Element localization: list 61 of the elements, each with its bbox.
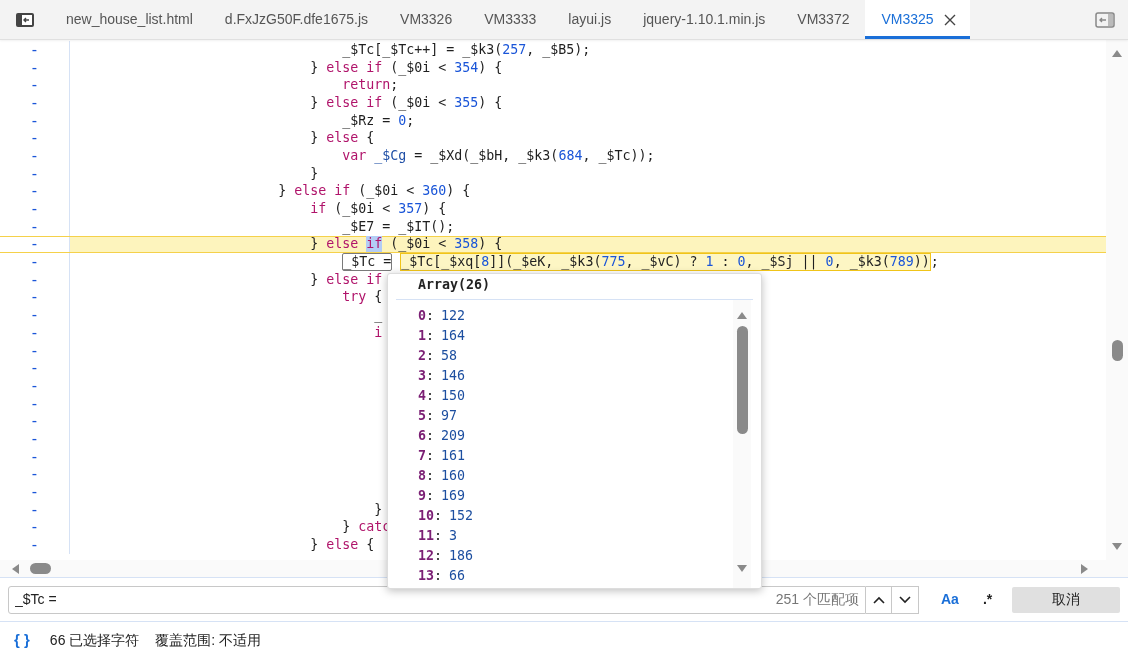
code-text: }: [310, 271, 320, 288]
code-text: i: [374, 324, 383, 341]
code-text: else if: [326, 59, 383, 76]
code-text: 354: [454, 59, 479, 76]
code-text: }: [310, 59, 320, 76]
code-text: }: [310, 130, 320, 147]
code-text: {: [366, 130, 375, 147]
match-count: 251 个匹配项: [775, 590, 859, 609]
popover-title: Array(26): [418, 276, 491, 295]
code-text: else if: [294, 183, 351, 200]
code-text: }: [310, 537, 320, 554]
code-text: else if: [326, 94, 383, 111]
code-text: var: [342, 147, 367, 164]
code-text: , _$Tc));: [582, 147, 655, 164]
code-text: ) {: [446, 183, 471, 200]
code-text: ) {: [422, 201, 447, 218]
code-text: 257: [502, 41, 527, 58]
code-text: try: [342, 289, 367, 306]
code-text: if: [310, 201, 327, 218]
code-text: _$Rz =: [342, 112, 392, 129]
code-text: else: [326, 236, 360, 253]
code-text: ) {: [478, 236, 503, 253]
code-text: 684: [558, 147, 583, 164]
code-text: (_$0i <: [334, 201, 392, 218]
code-text: _$E7 = _$IT();: [342, 218, 455, 235]
code-text: ;: [390, 77, 399, 94]
code-text: (_$0i <: [390, 236, 448, 253]
hover-expression: _$Tc[_$xq[8]](_$eK, _$k3(775, _$vC) ? 1 : 0, _$Sj || 0, _$k3(789)): [400, 253, 931, 272]
code-text: _: [374, 307, 383, 324]
code-text: (_$0i <: [390, 59, 448, 76]
code-text: }: [374, 501, 383, 518]
code-text: else: [326, 537, 359, 554]
code-text: ;: [406, 112, 415, 129]
code-text: }: [278, 183, 288, 200]
code-text: else if: [326, 271, 383, 288]
code-text: {: [374, 289, 383, 306]
code-text: = _$Xd(_$bH, _$k3(: [414, 147, 559, 164]
coverage-status: 覆盖范围: 不适用: [155, 630, 262, 650]
code-text: _$Tc[_$Tc++] = _$k3(: [342, 41, 503, 58]
code-text: 358: [454, 236, 479, 253]
code-text: ) {: [478, 59, 503, 76]
code-text: }: [310, 165, 319, 182]
code-text: {: [366, 537, 375, 554]
code-text: }: [310, 94, 320, 111]
code-text: 360: [422, 183, 447, 200]
search-match: _$Tc =: [342, 253, 393, 272]
code-text: 355: [454, 94, 479, 111]
code-text: 0: [398, 112, 407, 129]
code-text: }: [342, 519, 352, 536]
selected-text: if: [366, 236, 383, 253]
code-text: 357: [398, 201, 423, 218]
code-text: ;: [930, 254, 939, 271]
code-text: _$Cg: [374, 147, 407, 164]
code-text: }: [310, 236, 320, 253]
code-text: , _$B5);: [526, 41, 591, 58]
code-text: (_$0i <: [390, 94, 448, 111]
code-text: return: [342, 77, 391, 94]
code-text: else: [326, 130, 359, 147]
selection-count: 66 已选择字符: [49, 630, 140, 650]
code-text: (_$0i <: [358, 183, 416, 200]
code-text: ) {: [478, 94, 503, 111]
